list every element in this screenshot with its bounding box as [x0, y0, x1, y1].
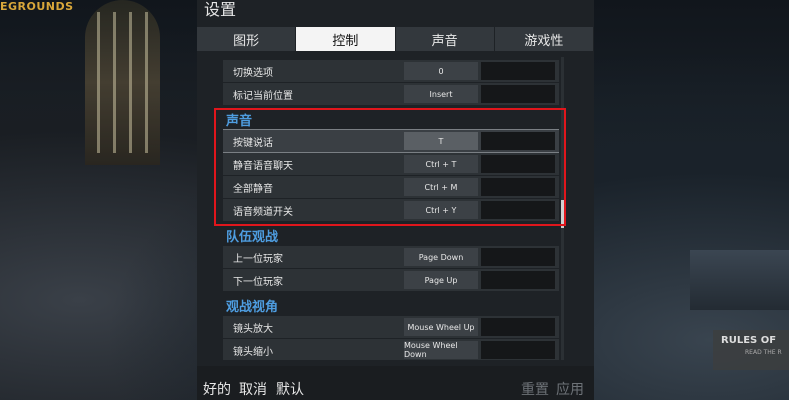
cancel-button[interactable]: 取消 [239, 379, 267, 399]
ok-button[interactable]: 好的 [203, 379, 231, 399]
secondary-key-button[interactable] [481, 248, 555, 266]
primary-key-button[interactable]: Mouse Wheel Up [404, 318, 478, 336]
keybinding-label: 镜头放大 [233, 323, 273, 335]
reset-button[interactable]: 重置 [521, 379, 549, 399]
secondary-key-button[interactable] [481, 318, 555, 336]
primary-key-button[interactable]: Insert [404, 85, 478, 103]
keybinding-row: 标记当前位置 Insert [223, 83, 559, 105]
background-window [85, 0, 160, 165]
section-header-team-spectate: 队伍观战 [226, 230, 279, 245]
tab-gameplay[interactable]: 游戏性 [494, 27, 594, 51]
game-logo: EGROUNDS [0, 0, 74, 13]
keybinding-row: 镜头缩小 Mouse Wheel Down [223, 339, 559, 360]
primary-key-button[interactable]: 0 [404, 62, 478, 80]
keybinding-label: 上一位玩家 [233, 253, 283, 265]
secondary-key-button[interactable] [481, 341, 555, 359]
keybinding-row: 切换选项 0 [223, 60, 559, 82]
keybinding-label: 切换选项 [233, 67, 273, 79]
secondary-key-button[interactable] [481, 85, 555, 103]
secondary-key-button[interactable] [481, 271, 555, 289]
primary-key-button[interactable]: Page Up [404, 271, 478, 289]
secondary-key-button[interactable] [481, 62, 555, 80]
page-title: 设置 [204, 0, 237, 19]
keybinding-label: 镜头缩小 [233, 346, 273, 358]
tab-graphics[interactable]: 图形 [197, 27, 297, 51]
primary-key-button[interactable]: Page Down [404, 248, 478, 266]
keybinding-row: 上一位玩家 Page Down [223, 246, 559, 268]
primary-key-button[interactable]: Mouse Wheel Down [404, 341, 478, 359]
keybinding-label: 标记当前位置 [233, 90, 293, 102]
settings-tabs: 图形 控制 声音 游戏性 [197, 27, 594, 51]
sign-title: RULES OF [721, 335, 777, 346]
tab-sound[interactable]: 声音 [395, 27, 495, 51]
keybinding-row: 下一位玩家 Page Up [223, 269, 559, 291]
keybinding-row: 镜头放大 Mouse Wheel Up [223, 316, 559, 338]
background-crate [690, 250, 789, 310]
annotation-highlight-box [214, 108, 566, 226]
sign-subtitle: READ THE R [745, 349, 782, 356]
apply-button[interactable]: 应用 [556, 379, 584, 399]
tab-controls[interactable]: 控制 [296, 27, 396, 51]
background-sign: RULES OF READ THE R [713, 330, 789, 370]
default-button[interactable]: 默认 [276, 379, 304, 399]
section-header-spectate-view: 观战视角 [226, 300, 279, 315]
keybinding-label: 下一位玩家 [233, 276, 283, 288]
